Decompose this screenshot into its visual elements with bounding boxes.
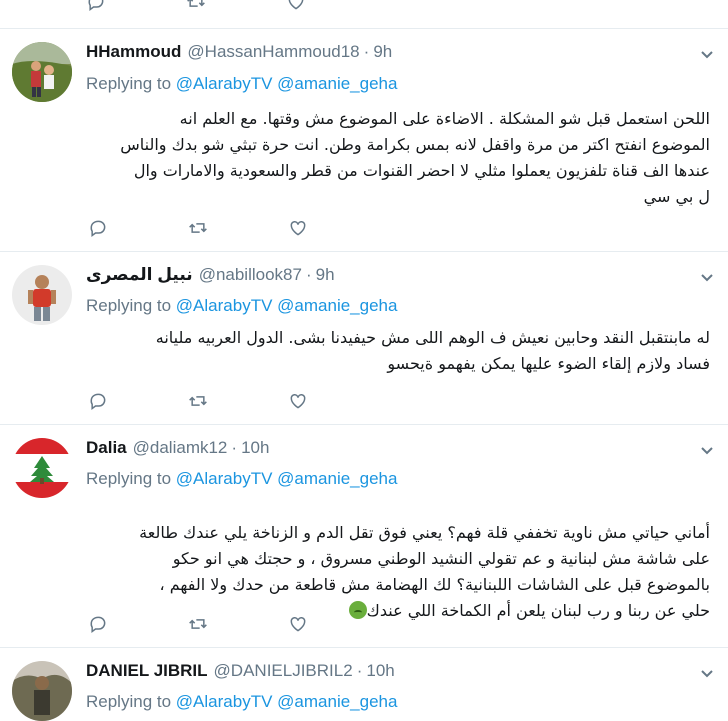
avatar[interactable] <box>12 42 72 102</box>
user-handle[interactable]: @daliamk12 <box>133 438 228 458</box>
tweet[interactable]: DANIEL JIBRIL @DANIELJIBRIL2 · 10h Reply… <box>0 647 728 721</box>
separator-dot: · <box>363 42 370 61</box>
separator-dot: · <box>305 265 312 284</box>
mention-link[interactable]: @amanie_geha <box>277 74 397 93</box>
timestamp[interactable]: 9h <box>316 265 335 285</box>
reply-icon <box>90 393 106 410</box>
tweet-header: Dalia @daliamk12 · 10h <box>86 438 269 460</box>
like-icon <box>290 393 306 409</box>
replying-label: Replying to <box>86 469 172 488</box>
like-icon <box>288 0 304 10</box>
chevron-down-icon[interactable] <box>700 48 714 62</box>
avatar[interactable] <box>12 265 72 325</box>
retweet-button[interactable] <box>186 0 286 14</box>
replying-label: Replying to <box>86 296 172 315</box>
retweet-button[interactable] <box>188 612 288 636</box>
replying-to: Replying to @AlarabyTV @amanie_geha <box>86 74 397 94</box>
retweet-icon <box>187 0 205 7</box>
tweet[interactable]: Dalia @daliamk12 · 10h Replying to @Alar… <box>0 424 728 648</box>
mention-link[interactable]: @amanie_geha <box>277 692 397 711</box>
tweet-text-body: أماني حياتي مش ناوية تخففي قلة فهم؟ يعني… <box>139 523 710 620</box>
replying-label: Replying to <box>86 692 172 711</box>
chevron-down-icon[interactable] <box>700 667 714 681</box>
mention-link[interactable]: @AlarabyTV <box>176 296 273 315</box>
avatar[interactable] <box>12 661 72 721</box>
tweet[interactable]: نبيل المصرى @nabillook87 · 9h Replying t… <box>0 251 728 425</box>
reply-button[interactable] <box>86 0 186 14</box>
retweet-button[interactable] <box>188 389 288 413</box>
reply-icon <box>90 220 106 237</box>
reply-button[interactable] <box>88 612 188 636</box>
timestamp[interactable]: 10h <box>241 438 269 458</box>
reply-button[interactable] <box>88 389 188 413</box>
reply-icon <box>88 0 104 11</box>
replying-to: Replying to @AlarabyTV @amanie_geha <box>86 469 397 489</box>
replying-to: Replying to @AlarabyTV @amanie_geha <box>86 692 397 712</box>
retweet-icon <box>189 396 207 406</box>
display-name[interactable]: نبيل المصرى <box>86 265 193 285</box>
chevron-down-icon[interactable] <box>700 444 714 458</box>
retweet-button[interactable] <box>188 216 288 240</box>
mention-link[interactable]: @AlarabyTV <box>176 469 273 488</box>
like-button[interactable] <box>288 389 388 413</box>
mention-link[interactable]: @amanie_geha <box>277 469 397 488</box>
tweet[interactable]: HHammoud @HassanHammoud18 · 9h Replying … <box>0 28 728 252</box>
tweet-header: HHammoud @HassanHammoud18 · 9h <box>86 42 392 64</box>
tweet-text: أماني حياتي مش ناوية تخففي قلة فهم؟ يعني… <box>84 494 710 624</box>
separator-dot: · <box>231 438 238 457</box>
display-name[interactable]: Dalia <box>86 438 127 458</box>
retweet-icon <box>189 619 207 629</box>
retweet-icon <box>189 223 207 233</box>
user-handle[interactable]: @DANIELJIBRIL2 <box>214 661 353 681</box>
tweet-text: له مابنتقبل النقد وحابين نعيش ف الوهم ال… <box>155 328 710 373</box>
mention-link[interactable]: @AlarabyTV <box>176 692 273 711</box>
like-icon <box>290 616 306 632</box>
like-button[interactable] <box>288 216 388 240</box>
tweet-header: نبيل المصرى @nabillook87 · 9h <box>86 265 335 287</box>
like-button[interactable] <box>286 0 386 14</box>
display-name[interactable]: HHammoud <box>86 42 181 62</box>
tweet-text: اللحن استعمل قبل شو المشكلة . الاضاءة عل… <box>120 109 710 206</box>
reply-button[interactable] <box>88 216 188 240</box>
tweet-header: DANIEL JIBRIL @DANIELJIBRIL2 · 10h <box>86 661 395 683</box>
like-icon <box>290 220 306 236</box>
timestamp[interactable]: 10h <box>366 661 394 681</box>
separator-dot: · <box>356 661 363 680</box>
replying-to: Replying to @AlarabyTV @amanie_geha <box>86 296 397 316</box>
replying-label: Replying to <box>86 74 172 93</box>
timestamp[interactable]: 9h <box>373 42 392 62</box>
like-button[interactable] <box>288 612 388 636</box>
chevron-down-icon[interactable] <box>700 271 714 285</box>
previous-tweet-actions <box>0 0 728 29</box>
mention-link[interactable]: @amanie_geha <box>277 296 397 315</box>
avatar[interactable] <box>12 438 72 498</box>
user-handle[interactable]: @HassanHammoud18 <box>187 42 359 62</box>
mention-link[interactable]: @AlarabyTV <box>176 74 273 93</box>
user-handle[interactable]: @nabillook87 <box>199 265 302 285</box>
reply-icon <box>90 616 106 633</box>
display-name[interactable]: DANIEL JIBRIL <box>86 661 208 681</box>
